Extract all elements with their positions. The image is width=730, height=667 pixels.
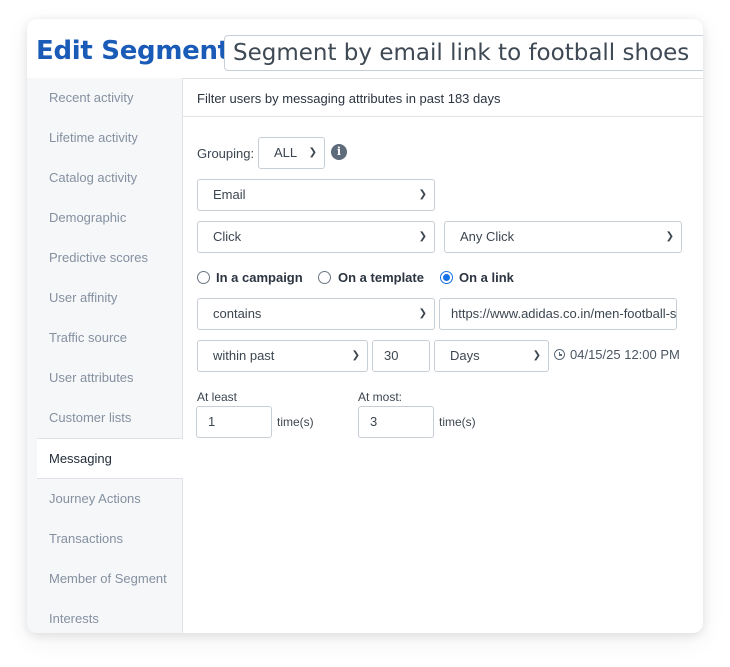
sidebar-item-catalog-activity[interactable]: Catalog activity (27, 158, 182, 198)
clock-icon (554, 349, 565, 360)
event-select[interactable]: Click ❯ (197, 221, 435, 253)
radio-on-template[interactable] (318, 271, 331, 284)
timestamp: 04/15/25 12:00 PM (570, 347, 680, 362)
time-amount-input[interactable]: 30 (372, 340, 430, 372)
radio-in-campaign[interactable] (197, 271, 210, 284)
time-unit-value: Days (450, 348, 480, 363)
sidebar-item-user-affinity[interactable]: User affinity (27, 278, 182, 318)
chevron-down-icon: ❯ (418, 189, 427, 200)
sidebar-item-messaging[interactable]: Messaging (37, 438, 183, 479)
radio-on-link[interactable] (440, 271, 453, 284)
radio-on-template-label[interactable]: On a template (338, 270, 424, 285)
time-operator-value: within past (213, 348, 275, 363)
chevron-down-icon: ❯ (308, 147, 317, 158)
sidebar: Recent activity Lifetime activity Catalo… (27, 78, 183, 633)
match-operator-value: contains (213, 306, 262, 321)
sidebar-item-lifetime-activity[interactable]: Lifetime activity (27, 118, 182, 158)
click-type-value: Any Click (460, 229, 515, 244)
chevron-down-icon: ❯ (351, 350, 360, 361)
sidebar-item-transactions[interactable]: Transactions (27, 519, 182, 559)
filter-header: Filter users by messaging attributes in … (197, 91, 501, 106)
match-operator-select[interactable]: contains ❯ (197, 298, 435, 330)
at-most-label: At most: (358, 390, 403, 404)
radio-on-link-label[interactable]: On a link (459, 270, 514, 285)
info-icon[interactable]: i (331, 144, 347, 160)
title-row: Edit Segment: (27, 19, 703, 79)
sidebar-item-demographic[interactable]: Demographic (27, 198, 182, 238)
sidebar-item-user-attributes[interactable]: User attributes (27, 358, 182, 398)
page-title: Edit Segment: (36, 36, 240, 66)
sidebar-item-predictive-scores[interactable]: Predictive scores (27, 238, 182, 278)
link-url-input[interactable]: https://www.adidas.co.in/men-football-sh… (439, 298, 677, 330)
radio-in-campaign-label[interactable]: In a campaign (216, 270, 303, 285)
channel-value: Email (213, 187, 246, 202)
sidebar-divider (182, 78, 183, 633)
chevron-down-icon: ❯ (665, 231, 674, 242)
grouping-select[interactable]: ALL ❯ (258, 137, 325, 169)
chevron-down-icon: ❯ (418, 231, 427, 242)
chevron-down-icon: ❯ (418, 308, 427, 319)
filter-divider (183, 116, 703, 117)
at-least-times-label: time(s) (277, 415, 314, 429)
time-unit-select[interactable]: Days ❯ (434, 340, 549, 372)
grouping-value: ALL (274, 145, 298, 160)
segment-name-input[interactable] (224, 35, 703, 71)
sidebar-item-customer-lists[interactable]: Customer lists (27, 398, 182, 438)
sidebar-item-interests[interactable]: Interests (27, 599, 182, 633)
channel-select[interactable]: Email ❯ (197, 179, 435, 211)
sidebar-item-member-of-segment[interactable]: Member of Segment (27, 559, 182, 599)
click-type-select[interactable]: Any Click ❯ (444, 221, 682, 253)
chevron-down-icon: ❯ (532, 350, 541, 361)
at-least-input[interactable]: 1 (196, 406, 272, 438)
time-operator-select[interactable]: within past ❯ (197, 340, 368, 372)
edit-segment-panel: Edit Segment: Recent activity Lifetime a… (27, 19, 703, 633)
sidebar-item-traffic-source[interactable]: Traffic source (27, 318, 182, 358)
main-top-border (182, 78, 703, 79)
at-least-label: At least (197, 390, 238, 404)
grouping-label: Grouping: (197, 146, 255, 161)
at-most-times-label: time(s) (439, 415, 476, 429)
sidebar-item-recent-activity[interactable]: Recent activity (27, 78, 182, 118)
at-most-input[interactable]: 3 (358, 406, 434, 438)
sidebar-item-journey-actions[interactable]: Journey Actions (27, 479, 182, 519)
event-value: Click (213, 229, 242, 244)
